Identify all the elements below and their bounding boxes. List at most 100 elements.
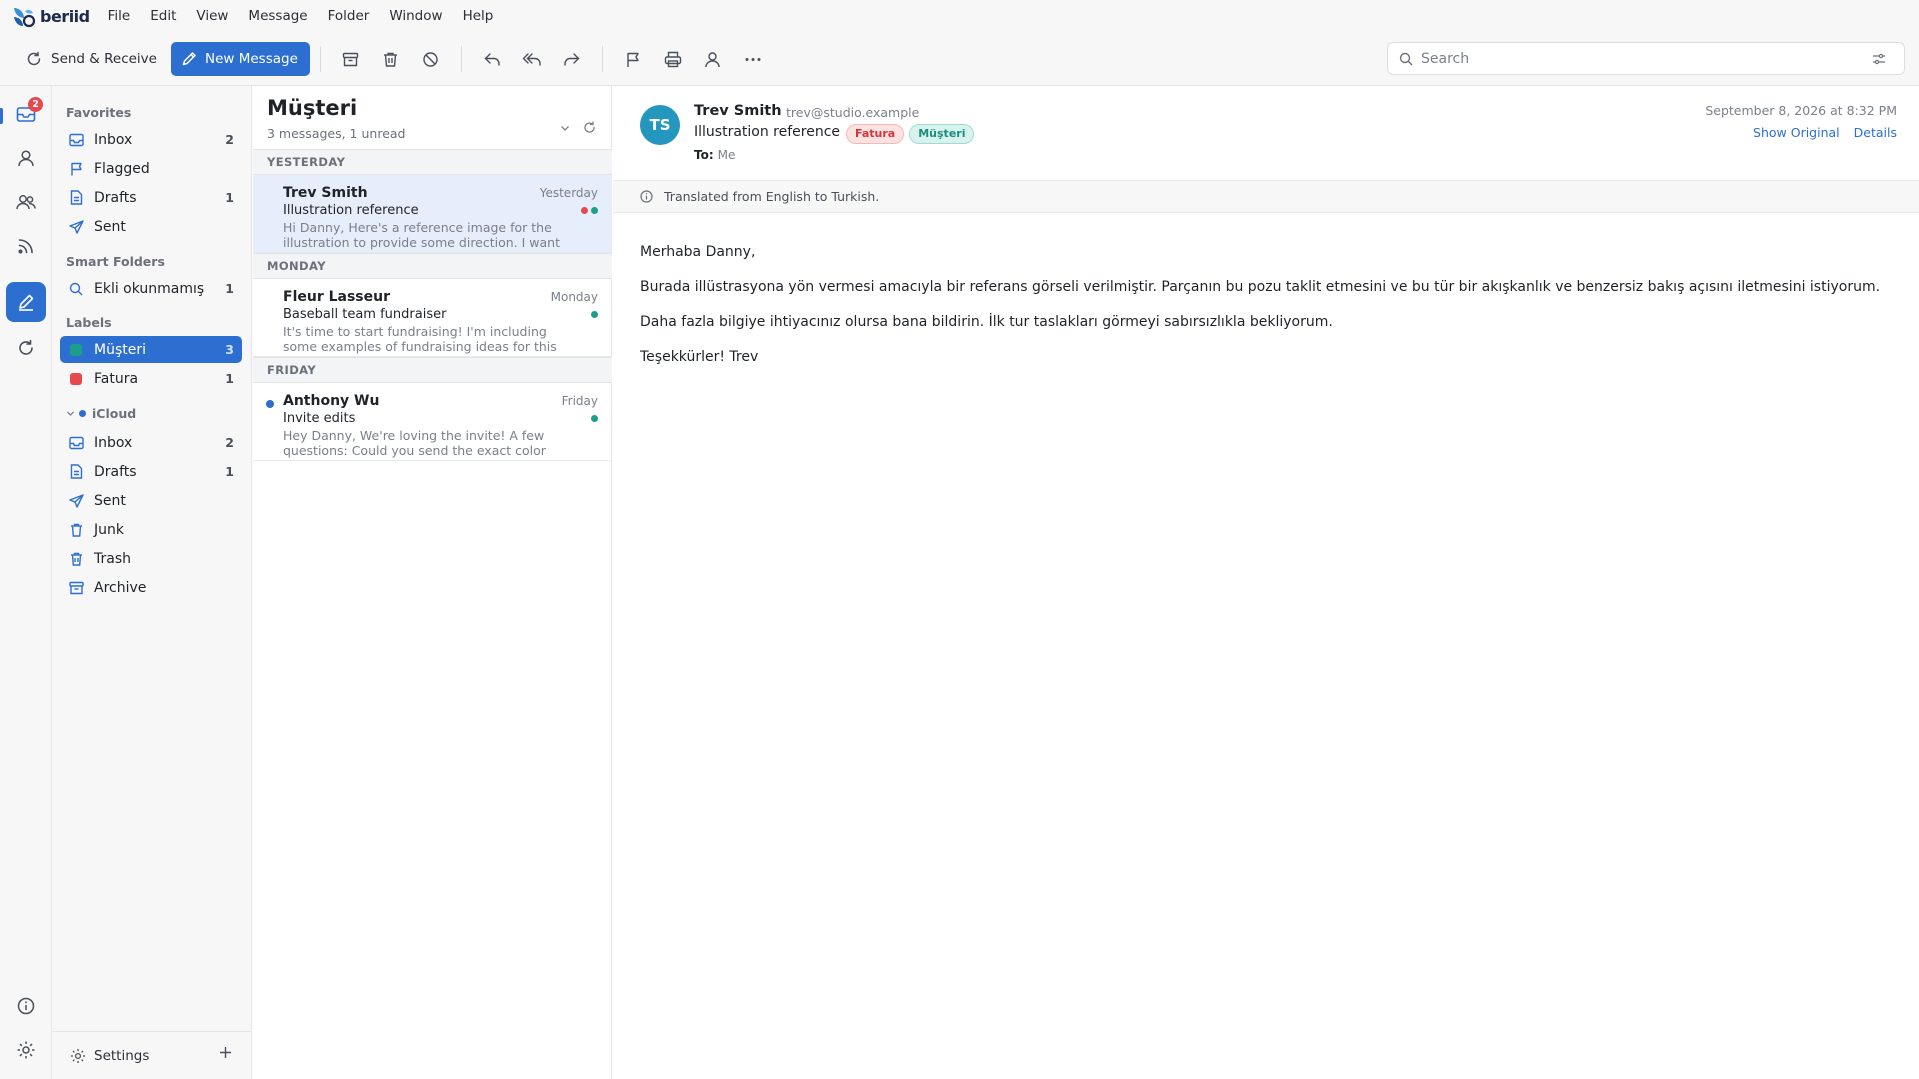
account-color-dot xyxy=(79,410,86,417)
sender-email[interactable]: trev@studio.example xyxy=(786,105,919,120)
folder-count: 2 xyxy=(225,132,234,147)
avatar[interactable]: TS xyxy=(640,105,680,145)
flag-icon xyxy=(68,161,84,177)
menu-help[interactable]: Help xyxy=(453,0,504,33)
archive-button[interactable] xyxy=(334,42,368,76)
folder-flagged[interactable]: Flagged xyxy=(60,155,242,182)
label-dot xyxy=(591,415,598,422)
mail-unread-badge: 2 xyxy=(28,97,43,112)
label-fatura[interactable]: Fatura 1 xyxy=(60,365,242,392)
labels-heading: Labels xyxy=(66,315,112,330)
smart-folder-unread-attachments[interactable]: Ekli okunmamış 1 xyxy=(60,275,242,302)
filter-sliders-icon[interactable] xyxy=(1872,53,1886,65)
plus-icon xyxy=(220,1047,231,1058)
menu-window[interactable]: Window xyxy=(379,0,452,33)
icloud-folder-archive[interactable]: Archive xyxy=(60,574,242,601)
menu-edit[interactable]: Edit xyxy=(140,0,186,33)
message-body: Merhaba Danny, Burada illüstrasyona yön … xyxy=(640,244,1900,384)
menu-view[interactable]: View xyxy=(186,0,238,33)
delete-button[interactable] xyxy=(374,42,408,76)
message-subject: Illustration reference xyxy=(694,124,841,140)
reply-all-button[interactable] xyxy=(515,42,549,76)
recipient-line: To: Me xyxy=(694,148,735,162)
body-paragraph: Burada illüstrasyona yön vermesi amacıyl… xyxy=(640,279,1881,295)
icloud-folder-trash[interactable]: Trash xyxy=(60,545,242,572)
message-row[interactable]: Anthony Wu Friday Invite edits Hey Danny… xyxy=(253,383,612,461)
more-button[interactable] xyxy=(736,42,770,76)
show-original-link[interactable]: Show Original xyxy=(1753,125,1840,140)
folder-label: Drafts xyxy=(94,189,137,206)
person-icon xyxy=(18,150,34,167)
folder-count: 2 xyxy=(225,435,234,450)
send-icon xyxy=(68,219,84,235)
contact-button[interactable] xyxy=(696,42,730,76)
translation-note: Translated from English to Turkish. xyxy=(664,189,880,204)
folder-label: Drafts xyxy=(94,463,137,480)
rail-info-button[interactable] xyxy=(6,986,46,1026)
gear-icon xyxy=(17,1041,35,1059)
rail-settings-button[interactable] xyxy=(6,1030,46,1070)
label-musteri[interactable]: Müşteri 3 xyxy=(60,336,242,363)
menu-file[interactable]: File xyxy=(98,0,141,33)
label-swatch xyxy=(68,371,84,387)
menu-message[interactable]: Message xyxy=(238,0,317,33)
label-pill-musteri[interactable]: Müşteri xyxy=(909,124,975,144)
rail-mail-button[interactable]: 2 xyxy=(0,94,46,134)
send-icon xyxy=(68,493,84,509)
print-button[interactable] xyxy=(656,42,690,76)
menu-folder[interactable]: Folder xyxy=(318,0,380,33)
folder-count: 1 xyxy=(225,371,234,386)
folder-label: Archive xyxy=(94,579,147,596)
junk-button[interactable] xyxy=(414,42,448,76)
rail-contacts-button[interactable] xyxy=(6,138,46,178)
search-box[interactable] xyxy=(1387,42,1905,75)
sender-name[interactable]: Trev Smith xyxy=(694,103,782,119)
message-label-dots xyxy=(581,207,598,214)
chevron-down-icon xyxy=(67,411,74,416)
folder-label: Inbox xyxy=(94,131,133,148)
settings-button[interactable]: Settings xyxy=(70,1048,149,1064)
search-input[interactable] xyxy=(1421,50,1872,67)
flag-button[interactable] xyxy=(616,42,650,76)
refresh-icon[interactable] xyxy=(583,121,596,134)
message-row[interactable]: Fleur Lasseur Monday Baseball team fundr… xyxy=(253,279,612,357)
rail-groups-button[interactable] xyxy=(6,182,46,222)
rail-compose-button[interactable] xyxy=(6,282,46,322)
forward-button[interactable] xyxy=(555,42,589,76)
date-group-header: MONDAY xyxy=(253,253,612,279)
trash-icon xyxy=(384,52,398,67)
message-row[interactable]: Trev Smith Yesterday Illustration refere… xyxy=(253,175,612,253)
send-receive-button[interactable]: Send & Receive xyxy=(20,42,163,76)
icloud-folder-inbox[interactable]: Inbox 2 xyxy=(60,429,242,456)
folder-label: Junk xyxy=(94,521,124,538)
icloud-folder-sent[interactable]: Sent xyxy=(60,487,242,514)
icloud-folder-drafts[interactable]: Drafts 1 xyxy=(60,458,242,485)
rail-sync-button[interactable] xyxy=(6,328,46,368)
folder-label: Müşteri xyxy=(94,341,146,358)
details-link[interactable]: Details xyxy=(1854,125,1897,140)
label-dot xyxy=(591,311,598,318)
app-logo-text: beriid xyxy=(40,7,90,26)
add-account-button[interactable] xyxy=(219,1046,232,1063)
account-icloud-toggle[interactable]: iCloud xyxy=(66,406,136,421)
message-date: Monday xyxy=(550,290,598,304)
folder-inbox[interactable]: Inbox 2 xyxy=(60,126,242,153)
folder-label: Inbox xyxy=(94,434,133,451)
mailbox-title: Müşteri xyxy=(267,96,358,120)
reply-button[interactable] xyxy=(475,42,509,76)
mailbox-summary: 3 messages, 1 unread xyxy=(267,126,406,141)
recipient[interactable]: Me xyxy=(718,148,736,162)
rail-feeds-button[interactable] xyxy=(6,226,46,266)
info-icon xyxy=(640,190,653,203)
new-message-button[interactable]: New Message xyxy=(170,42,310,76)
chevron-down-icon[interactable] xyxy=(559,122,571,134)
folder-sent[interactable]: Sent xyxy=(60,213,242,240)
block-icon xyxy=(423,51,439,67)
message-preview: Hi Danny, Here's a reference image for t… xyxy=(283,220,561,250)
toolbar-divider xyxy=(460,46,462,72)
folder-drafts[interactable]: Drafts 1 xyxy=(60,184,242,211)
icloud-folder-junk[interactable]: Junk xyxy=(60,516,242,543)
favorites-heading: Favorites xyxy=(66,105,132,120)
message-date: Yesterday xyxy=(539,186,598,200)
label-pill-fatura[interactable]: Fatura xyxy=(846,124,905,144)
